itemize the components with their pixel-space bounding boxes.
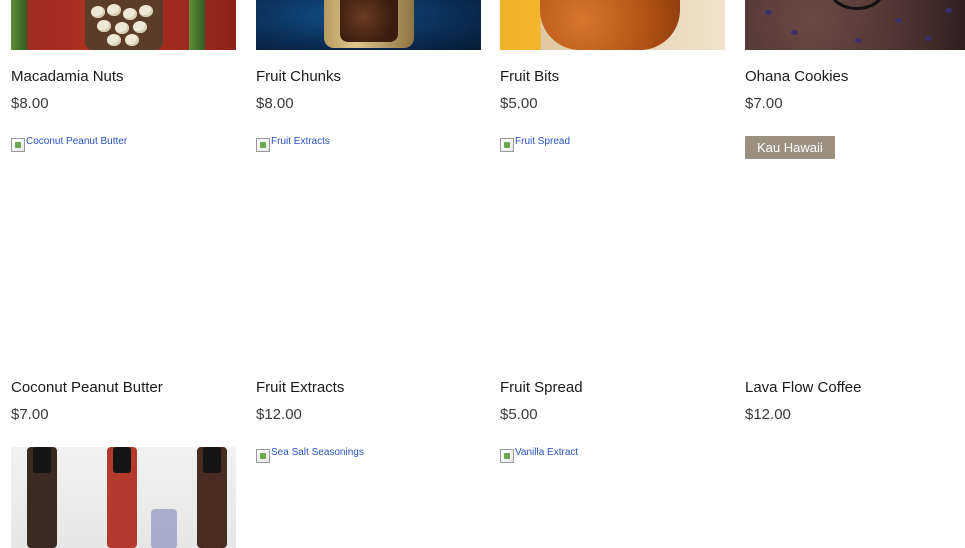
broken-image-icon xyxy=(256,449,270,463)
product-title[interactable]: Fruit Spread xyxy=(500,379,583,397)
bottle-cap xyxy=(203,447,221,473)
product-image-fruit-bits[interactable] xyxy=(500,0,725,50)
label-ring xyxy=(829,0,885,10)
broken-image: Fruit Extracts xyxy=(256,136,481,152)
broken-image-icon xyxy=(500,138,514,152)
product-image-fruit-chunks[interactable] xyxy=(256,0,481,50)
broken-image-icon xyxy=(11,138,25,152)
fruit-pile xyxy=(540,0,680,50)
image-alt-text: Coconut Peanut Butter xyxy=(26,136,128,147)
image-alt-text: Fruit Extracts xyxy=(271,136,330,147)
product-image-fruit-extracts[interactable]: Fruit Extracts xyxy=(256,136,481,360)
product-price: $7.00 xyxy=(745,95,783,112)
bottle-cap xyxy=(113,447,131,473)
product-image-fruit-spread[interactable]: Fruit Spread xyxy=(500,136,725,360)
bottle-cap xyxy=(33,447,51,473)
image-alt-text: Sea Salt Seasonings xyxy=(271,447,364,458)
product-card-ohana-cookies[interactable]: Ohana Cookies $7.00 xyxy=(745,0,965,112)
bag-window xyxy=(340,0,398,42)
product-image-bottles[interactable] xyxy=(11,447,236,548)
product-grid: Macadamia Nuts $8.00 Fruit Chunks $8.00 … xyxy=(0,0,965,548)
bottle-small xyxy=(151,509,177,548)
product-title[interactable]: Lava Flow Coffee xyxy=(745,379,861,397)
product-price: $12.00 xyxy=(256,406,302,423)
product-image-vanilla-extract[interactable]: Vanilla Extract xyxy=(500,447,725,548)
broken-image-icon xyxy=(256,138,270,152)
brand-badge: Kau Hawaii xyxy=(745,136,835,159)
image-alt-text: Vanilla Extract xyxy=(515,447,579,458)
chip xyxy=(925,36,932,41)
product-price: $5.00 xyxy=(500,406,538,423)
product-image-lava-flow-coffee[interactable]: Kau Hawaii xyxy=(745,136,965,360)
broken-image: Vanilla Extract xyxy=(500,447,725,463)
broken-image: Fruit Spread xyxy=(500,136,725,152)
product-price: $7.00 xyxy=(11,406,49,423)
product-title[interactable]: Ohana Cookies xyxy=(745,68,848,86)
image-alt-text: Fruit Spread xyxy=(515,136,571,147)
chip xyxy=(895,18,902,23)
product-price: $5.00 xyxy=(500,95,538,112)
product-card-fruit-bits[interactable]: Fruit Bits $5.00 xyxy=(500,0,725,112)
broken-image: Coconut Peanut Butter xyxy=(11,136,236,152)
chip xyxy=(945,8,952,13)
broken-image-icon xyxy=(500,449,514,463)
product-price: $12.00 xyxy=(745,406,791,423)
broken-image: Sea Salt Seasonings xyxy=(256,447,481,463)
product-image-ohana-cookies[interactable] xyxy=(745,0,965,50)
product-title[interactable]: Fruit Extracts xyxy=(256,379,344,397)
product-image-sea-salt-seasonings[interactable]: Sea Salt Seasonings xyxy=(256,447,481,548)
product-title[interactable]: Fruit Bits xyxy=(500,68,559,86)
product-price: $8.00 xyxy=(256,95,294,112)
product-title[interactable]: Coconut Peanut Butter xyxy=(11,379,163,397)
chip xyxy=(855,38,862,43)
product-title[interactable]: Fruit Chunks xyxy=(256,68,341,86)
chip xyxy=(791,30,798,35)
product-image-coconut-peanut-butter[interactable]: Coconut Peanut Butter xyxy=(11,136,236,360)
product-card-hot-sauces[interactable] xyxy=(11,0,236,548)
chip xyxy=(765,10,772,15)
product-card-fruit-chunks[interactable]: Fruit Chunks $8.00 xyxy=(256,0,481,112)
